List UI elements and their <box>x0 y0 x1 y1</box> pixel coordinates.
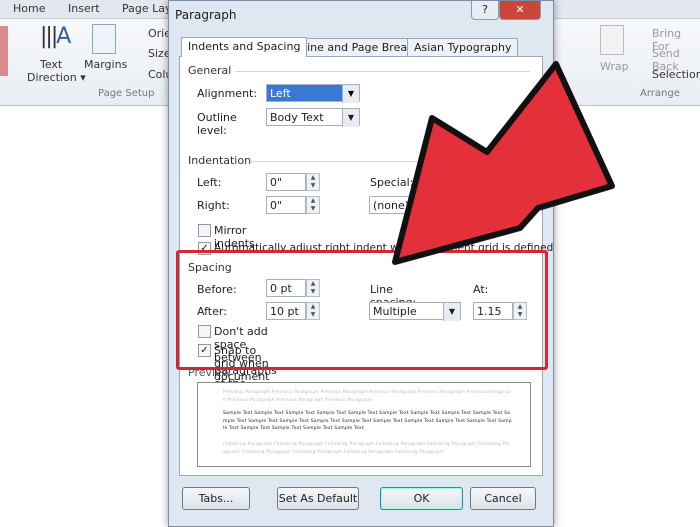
tab-indents-spacing[interactable]: Indents and Spacing <box>181 37 308 57</box>
annotation-arrow <box>392 61 615 265</box>
red-arrow-icon <box>392 61 615 265</box>
